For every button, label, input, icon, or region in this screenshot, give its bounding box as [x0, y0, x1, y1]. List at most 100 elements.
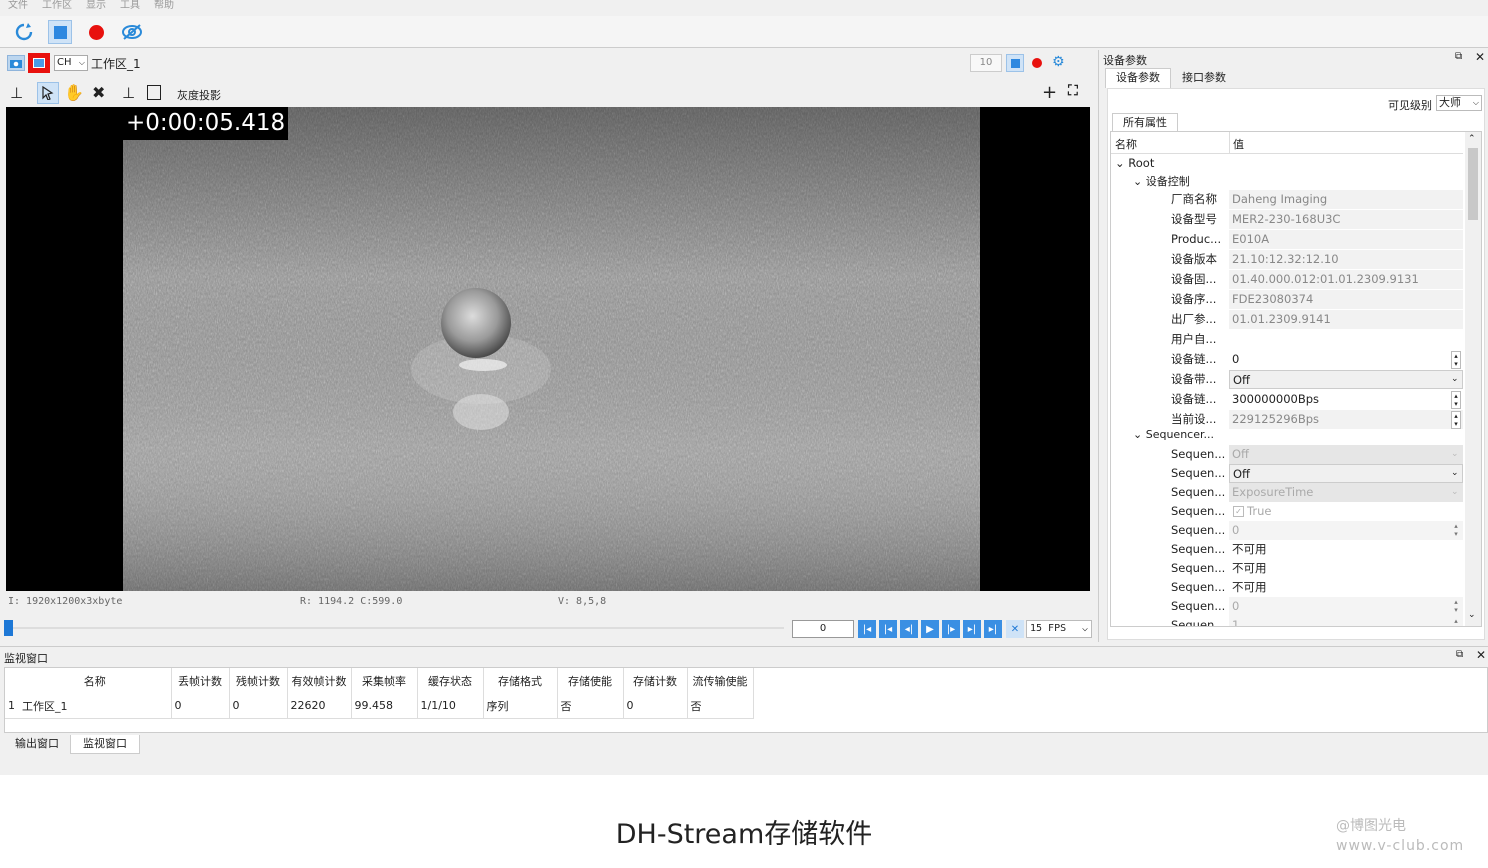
- play-icon[interactable]: ▶: [921, 620, 939, 638]
- first-frame-icon[interactable]: |◂: [858, 620, 876, 638]
- crosshair-icon[interactable]: +: [1042, 82, 1057, 103]
- fullscreen-icon[interactable]: ⛶: [1068, 83, 1078, 99]
- property-value[interactable]: 0: [1229, 597, 1463, 616]
- spinner-icon[interactable]: ▴▾: [1451, 351, 1461, 369]
- pointer-tool-icon[interactable]: [37, 82, 59, 104]
- property-value[interactable]: True: [1229, 502, 1463, 521]
- hide-icon[interactable]: [120, 20, 144, 44]
- spinner-icon[interactable]: ▴▾: [1451, 391, 1461, 409]
- menu-item[interactable]: 工作区: [42, 0, 72, 14]
- rowcol-info: R: 1194.2 C:599.0: [300, 596, 403, 607]
- property-value[interactable]: 300000000Bps: [1229, 390, 1463, 409]
- step-back-icon[interactable]: ◂|: [900, 620, 918, 638]
- chevron-down-icon[interactable]: ⌄: [1451, 464, 1459, 483]
- spinner-icon[interactable]: ▴▾: [1451, 617, 1461, 626]
- property-scrollbar[interactable]: ⌃ ⌄: [1465, 132, 1481, 626]
- step-forward-icon[interactable]: |▸: [942, 620, 960, 638]
- property-name: Sequen...: [1171, 618, 1226, 627]
- column-header[interactable]: 存储使能: [557, 668, 624, 694]
- next-key-icon[interactable]: ▸|: [963, 620, 981, 638]
- table-cell: 否: [687, 694, 754, 718]
- property-value[interactable]: Off: [1229, 445, 1463, 464]
- close-playback-icon[interactable]: ✕: [1006, 620, 1024, 638]
- property-value[interactable]: 1: [1229, 616, 1463, 626]
- tab-device-params[interactable]: 设备参数: [1105, 68, 1171, 88]
- tree-device-control[interactable]: ⌄ 设备控制: [1133, 173, 1190, 189]
- image-mode-icon[interactable]: [28, 53, 50, 73]
- property-value[interactable]: Off: [1229, 464, 1463, 483]
- fps-input[interactable]: 10: [970, 54, 1002, 72]
- table-row[interactable]: 1 工作区_1 0 0 22620 99.458 1/1/10 序列否 0 否: [5, 694, 754, 718]
- brush-icon[interactable]: ⊥: [10, 84, 23, 102]
- refresh-icon[interactable]: [12, 20, 36, 44]
- property-value[interactable]: 不可用: [1229, 540, 1463, 559]
- checkbox-icon[interactable]: ✓: [1233, 506, 1244, 517]
- property-value[interactable]: ExposureTime: [1229, 483, 1463, 502]
- property-value[interactable]: 0: [1229, 521, 1463, 540]
- settings-gear-icon[interactable]: ⚙: [1052, 54, 1065, 70]
- tree-sequencer[interactable]: ⌄ Sequencer...: [1133, 428, 1214, 441]
- chevron-down-icon[interactable]: ⌄: [1451, 445, 1459, 464]
- visibility-select[interactable]: 大师 ⌵: [1436, 95, 1482, 111]
- prev-key-icon[interactable]: |◂: [879, 620, 897, 638]
- property-value[interactable]: 229125296Bps: [1229, 410, 1463, 429]
- property-row: Sequen... True ✓: [1111, 502, 1471, 521]
- column-header[interactable]: 存储格式: [483, 668, 558, 694]
- viewer-stop-button[interactable]: [1006, 54, 1024, 72]
- save-image-icon[interactable]: [147, 85, 161, 100]
- menu-item[interactable]: 显示: [86, 0, 106, 14]
- column-header[interactable]: 残帧计数: [229, 668, 288, 694]
- channel-select[interactable]: CH ⌵: [54, 55, 88, 71]
- record-button[interactable]: [84, 20, 108, 44]
- property-row: 设备序... FDE23080374: [1111, 290, 1471, 309]
- camera-icon[interactable]: [7, 55, 25, 71]
- tree-root[interactable]: ⌄ Root: [1115, 156, 1154, 170]
- menu-item[interactable]: 文件: [8, 0, 28, 14]
- property-value[interactable]: 不可用: [1229, 559, 1463, 578]
- property-value[interactable]: [1229, 330, 1463, 349]
- viewer-record-icon[interactable]: [1032, 58, 1042, 68]
- fps-select[interactable]: 15 FPS ⌵: [1026, 620, 1092, 638]
- column-header[interactable]: 缓存状态: [417, 668, 484, 694]
- tab-output-window[interactable]: 输出窗口: [6, 735, 68, 753]
- spinner-icon[interactable]: ▴▾: [1451, 522, 1461, 538]
- property-value[interactable]: 不可用: [1229, 578, 1463, 597]
- tab-monitor-window[interactable]: 监视窗口: [70, 735, 140, 754]
- slider-handle[interactable]: [4, 620, 13, 636]
- column-header[interactable]: 丢帧计数: [171, 668, 230, 694]
- menu-item[interactable]: 工具: [120, 0, 140, 14]
- stop-button[interactable]: [48, 20, 72, 44]
- col-value-header: 值: [1233, 138, 1244, 151]
- tab-all-properties[interactable]: 所有属性: [1112, 113, 1178, 131]
- last-frame-icon[interactable]: ▸|: [984, 620, 1002, 638]
- menu-item[interactable]: 帮助: [154, 0, 174, 14]
- float-icon[interactable]: ⧉: [1455, 51, 1462, 62]
- frame-input[interactable]: 0: [792, 620, 854, 638]
- tab-interface-params[interactable]: 接口参数: [1173, 69, 1235, 87]
- property-row: Sequen... ExposureTime ⌄: [1111, 483, 1471, 502]
- column-header[interactable]: 有效帧计数: [287, 668, 352, 694]
- property-grid: 名称 值 ⌄ Root ⌄ 设备控制 厂商名称 Daheng Imaging 设备型…: [1110, 131, 1482, 627]
- column-header[interactable]: 采集帧率: [351, 668, 418, 694]
- column-header[interactable]: 存储计数: [623, 668, 688, 694]
- spinner-icon[interactable]: ▴▾: [1451, 411, 1461, 429]
- profile-icon[interactable]: ⊥: [122, 84, 135, 102]
- panel-close-icon[interactable]: ✕: [1475, 50, 1485, 64]
- channel-value: CH: [57, 57, 72, 68]
- scroll-thumb[interactable]: [1468, 148, 1478, 220]
- column-header[interactable]: 名称: [19, 668, 172, 694]
- hand-icon[interactable]: ✋: [64, 83, 84, 102]
- property-value[interactable]: 0: [1229, 350, 1463, 369]
- property-name: Sequen...: [1171, 561, 1226, 575]
- monitor-close-icon[interactable]: ✕: [1476, 648, 1486, 662]
- image-viewport[interactable]: +0:00:05.418: [6, 107, 1090, 591]
- fit-icon[interactable]: ✖: [92, 83, 105, 102]
- property-value[interactable]: Off: [1229, 370, 1463, 389]
- chevron-down-icon[interactable]: ⌄: [1451, 483, 1459, 502]
- monitor-float-icon[interactable]: ⧉: [1456, 649, 1463, 660]
- playback-slider[interactable]: [4, 620, 784, 636]
- spinner-icon[interactable]: ▴▾: [1451, 598, 1461, 614]
- property-name: Sequen...: [1171, 580, 1226, 594]
- column-header[interactable]: 流传输使能: [687, 668, 754, 694]
- chevron-down-icon[interactable]: ⌄: [1451, 370, 1459, 389]
